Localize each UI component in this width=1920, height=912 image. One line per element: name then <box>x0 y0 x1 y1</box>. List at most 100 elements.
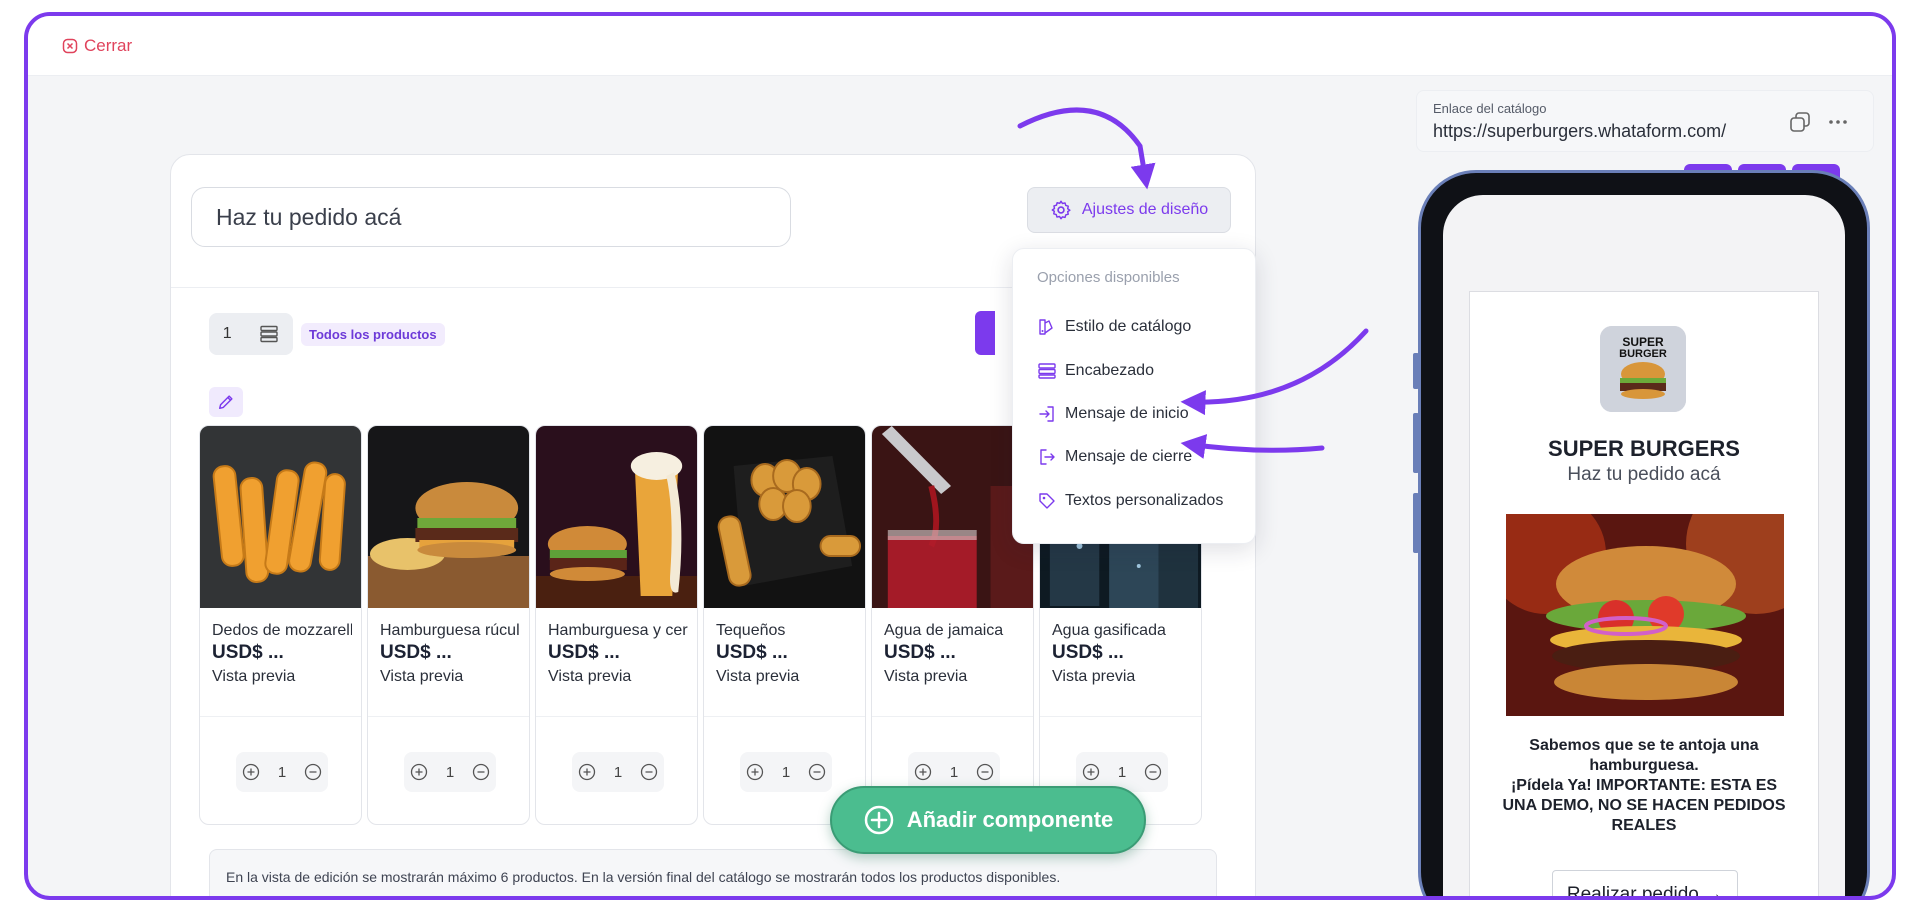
product-card[interactable]: Agua de jamaica USD$ ... Vista previa 1 <box>871 425 1034 825</box>
product-name: Hamburguesa rúcula <box>380 622 520 639</box>
menu-item-catalog-style[interactable]: Estilo de catálogo <box>1037 317 1191 337</box>
decrement-button[interactable] <box>302 761 324 783</box>
svg-text:BURGER: BURGER <box>1619 348 1667 360</box>
close-button[interactable]: Cerrar <box>62 36 132 56</box>
close-label: Cerrar <box>84 36 133 55</box>
store-subtitle: Haz tu pedido acá <box>1567 464 1721 485</box>
hidden-action-button[interactable] <box>975 311 995 355</box>
increment-button[interactable] <box>576 761 598 783</box>
product-name: Hamburguesa y cerveza <box>548 622 688 639</box>
pencil-icon <box>218 395 233 410</box>
menu-item-label: Mensaje de inicio <box>1065 405 1189 422</box>
product-card[interactable]: Tequeños USD$ ... Vista previa 1 <box>703 425 866 825</box>
catalog-link-url[interactable]: https://superburgers.whataform.com/ <box>1433 121 1726 142</box>
catalog-link-label: Enlace del catálogo <box>1433 101 1547 116</box>
minus-icon <box>1144 763 1162 781</box>
product-name: Tequeños <box>716 622 786 639</box>
plus-icon <box>746 763 764 781</box>
quantity-stepper: 1 <box>740 752 832 792</box>
divider <box>1040 716 1201 717</box>
decrement-button[interactable] <box>470 761 492 783</box>
design-settings-button[interactable]: Ajustes de diseño <box>1027 187 1231 233</box>
product-name: Agua gasificada <box>1052 622 1166 639</box>
decrement-button[interactable] <box>974 761 996 783</box>
product-count: 1 <box>222 325 232 342</box>
more-options-icon[interactable] <box>1825 109 1851 135</box>
product-image <box>536 426 697 608</box>
quantity-value: 1 <box>949 763 959 781</box>
product-card[interactable]: Dedos de mozzarella USD$ ... Vista previ… <box>199 425 362 825</box>
menu-item-label: Textos personalizados <box>1065 492 1224 509</box>
product-count-box[interactable]: 1 <box>209 313 293 355</box>
product-name: Dedos de mozzarella <box>212 622 352 639</box>
product-price: USD$ ... <box>548 642 620 663</box>
divider <box>368 716 529 717</box>
menu-item-closing-message[interactable]: Mensaje de cierre <box>1037 447 1192 467</box>
divider <box>872 716 1033 717</box>
edit-component-button[interactable] <box>209 387 243 417</box>
edit-view-notice: En la vista de edición se mostrarán máxi… <box>209 849 1217 896</box>
copy-icon[interactable] <box>1787 109 1813 135</box>
decrement-button[interactable] <box>806 761 828 783</box>
product-card[interactable]: Hamburguesa y cerveza USD$ ... Vista pre… <box>535 425 698 825</box>
product-price: USD$ ... <box>212 642 284 663</box>
increment-button[interactable] <box>744 761 766 783</box>
place-order-button[interactable]: Realizar pedido → <box>1552 870 1738 896</box>
palette-icon <box>1039 319 1053 335</box>
quantity-stepper: 1 <box>572 752 664 792</box>
minus-icon <box>976 763 994 781</box>
product-preview-link[interactable]: Vista previa <box>884 668 967 686</box>
plus-icon <box>914 763 932 781</box>
decrement-button[interactable] <box>638 761 660 783</box>
store-logo: SUPER BURGER <box>1600 326 1686 412</box>
welcome-message-line: ¡Pídela Ya! IMPORTANTE: ESTA ES UNA DEMO… <box>1502 777 1786 834</box>
product-preview-link[interactable]: Vista previa <box>548 668 631 686</box>
quantity-value: 1 <box>445 763 455 781</box>
product-preview-link[interactable]: Vista previa <box>1052 668 1135 686</box>
phone-screen: SUPER BURGER SUPER BURGERS Haz tu pedido… <box>1443 195 1845 896</box>
filter-tag[interactable]: Todos los productos <box>301 323 445 346</box>
divider <box>200 716 361 717</box>
menu-item-header[interactable]: Encabezado <box>1037 361 1154 381</box>
top-bar: Cerrar <box>28 16 1892 76</box>
add-component-button[interactable]: Añadir componente <box>830 786 1146 854</box>
gear-icon <box>1051 200 1071 220</box>
plus-icon <box>578 763 596 781</box>
product-preview-link[interactable]: Vista previa <box>212 668 295 686</box>
dropdown-header: Opciones disponibles <box>1037 269 1180 286</box>
add-component-label: Añadir componente <box>906 807 1114 832</box>
product-image <box>704 426 865 608</box>
increment-button[interactable] <box>1080 761 1102 783</box>
menu-item-custom-texts[interactable]: Textos personalizados <box>1037 491 1223 511</box>
phone-side-button <box>1413 413 1419 473</box>
minus-icon <box>472 763 490 781</box>
menu-item-start-message[interactable]: Mensaje de inicio <box>1037 404 1189 424</box>
product-image <box>872 426 1033 608</box>
catalog-title-input[interactable]: Haz tu pedido acá <box>191 187 791 247</box>
menu-item-label: Mensaje de cierre <box>1065 448 1193 465</box>
menu-item-label: Estilo de catálogo <box>1065 318 1192 335</box>
product-price: USD$ ... <box>1052 642 1124 663</box>
welcome-message: Sabemos que se te antoja una hamburguesa… <box>1500 736 1788 836</box>
increment-button[interactable] <box>240 761 262 783</box>
quantity-value: 1 <box>613 763 623 781</box>
minus-icon <box>304 763 322 781</box>
decrement-button[interactable] <box>1142 761 1164 783</box>
menu-item-label: Encabezado <box>1065 362 1154 379</box>
store-name: SUPER BURGERS <box>1548 436 1740 461</box>
design-settings-dropdown: Opciones disponibles Estilo de catálogo … <box>1012 248 1256 544</box>
divider <box>536 716 697 717</box>
plus-icon <box>410 763 428 781</box>
increment-button[interactable] <box>912 761 934 783</box>
quantity-stepper: 1 <box>404 752 496 792</box>
product-image <box>200 426 361 608</box>
product-preview-link[interactable]: Vista previa <box>716 668 799 686</box>
minus-icon <box>640 763 658 781</box>
sign-out-icon <box>1040 449 1055 465</box>
increment-button[interactable] <box>408 761 430 783</box>
product-price: USD$ ... <box>716 642 788 663</box>
phone-side-button <box>1413 353 1419 389</box>
product-preview-link[interactable]: Vista previa <box>380 668 463 686</box>
hero-burger-image <box>1506 514 1784 716</box>
product-card[interactable]: Hamburguesa rúcula USD$ ... Vista previa… <box>367 425 530 825</box>
